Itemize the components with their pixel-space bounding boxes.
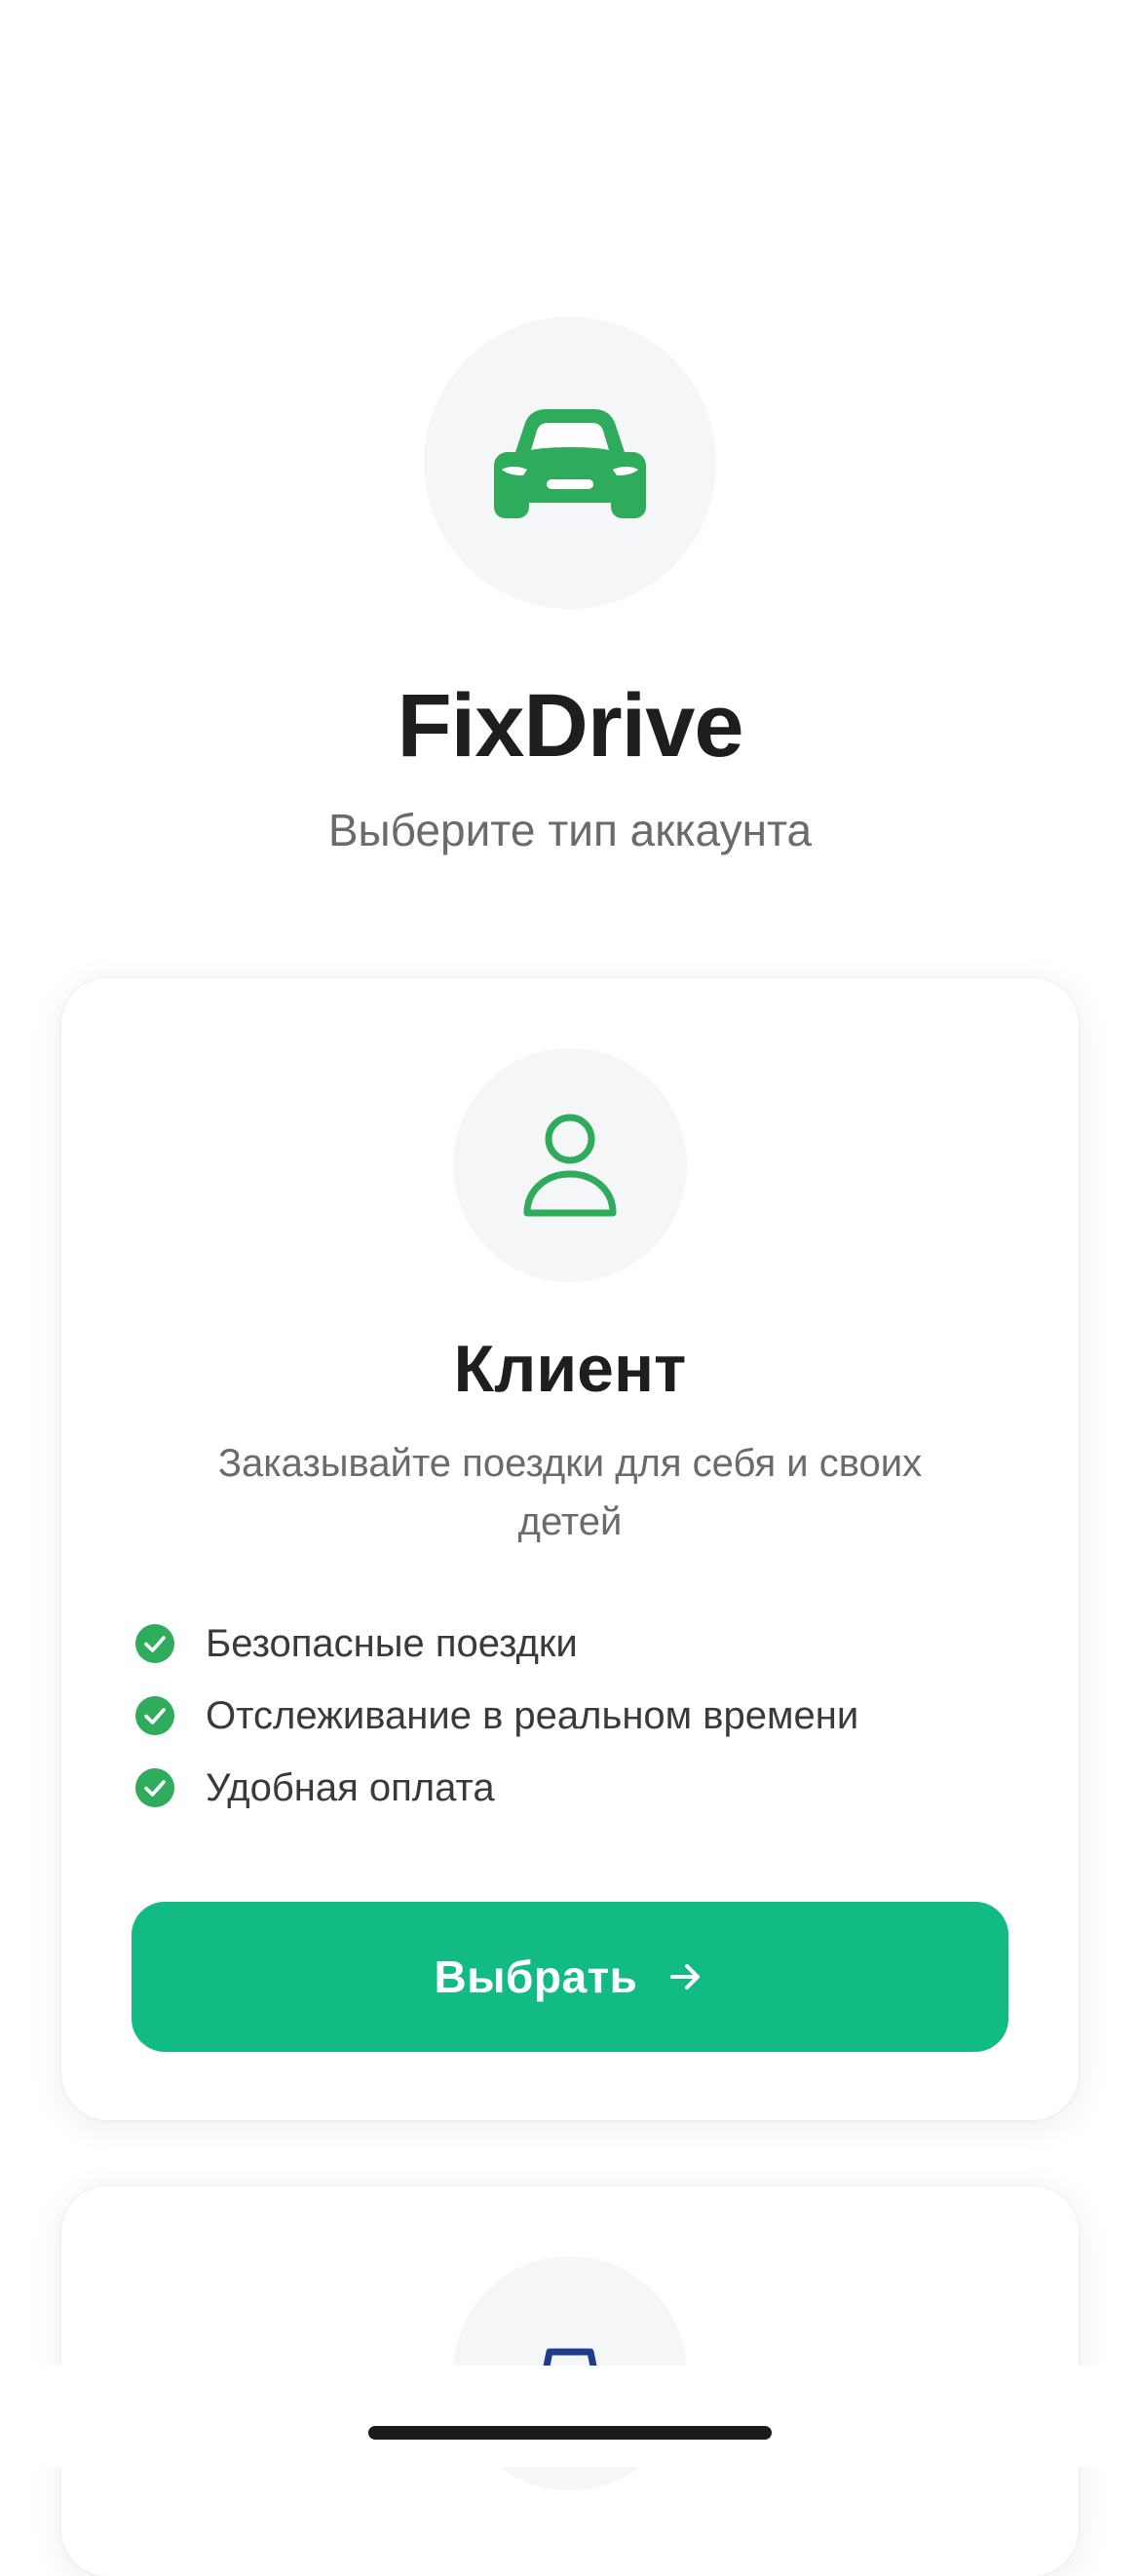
user-icon: [523, 1114, 617, 1217]
feature-item: Отслеживание в реальном времени: [135, 1680, 858, 1752]
select-button-label: Выбрать: [434, 1951, 638, 2002]
card-title: Клиент: [453, 1332, 687, 1406]
check-circle-icon: [135, 1624, 174, 1663]
home-indicator[interactable]: [368, 2426, 772, 2440]
check-circle-icon: [135, 1696, 174, 1735]
feature-label: Отслеживание в реальном времени: [206, 1694, 859, 1737]
app-title: FixDrive: [397, 676, 743, 776]
feature-label: Удобная оплата: [206, 1766, 495, 1809]
car-icon: [494, 409, 646, 518]
check-circle-icon: [135, 1768, 174, 1807]
select-client-button[interactable]: Выбрать: [132, 1902, 1008, 2052]
account-type-card-client[interactable]: Клиент Заказывайте поездки для себя и св…: [61, 978, 1079, 2120]
app-logo: [424, 317, 716, 609]
feature-label: Безопасные поездки: [206, 1622, 578, 1665]
arrow-right-icon: [670, 1964, 701, 1989]
feature-item: Удобная оплата: [135, 1752, 858, 1824]
feature-item: Безопасные поездки: [135, 1608, 858, 1680]
feature-list: Безопасные поездки Отслеживание в реальн…: [135, 1608, 858, 1824]
page-subtitle: Выберите тип аккаунта: [327, 805, 813, 855]
card-icon-container: [453, 1048, 687, 1282]
bottom-safe-area: [0, 2366, 1140, 2467]
card-description: Заказывайте поездки для себя и своих дет…: [217, 1442, 923, 1543]
